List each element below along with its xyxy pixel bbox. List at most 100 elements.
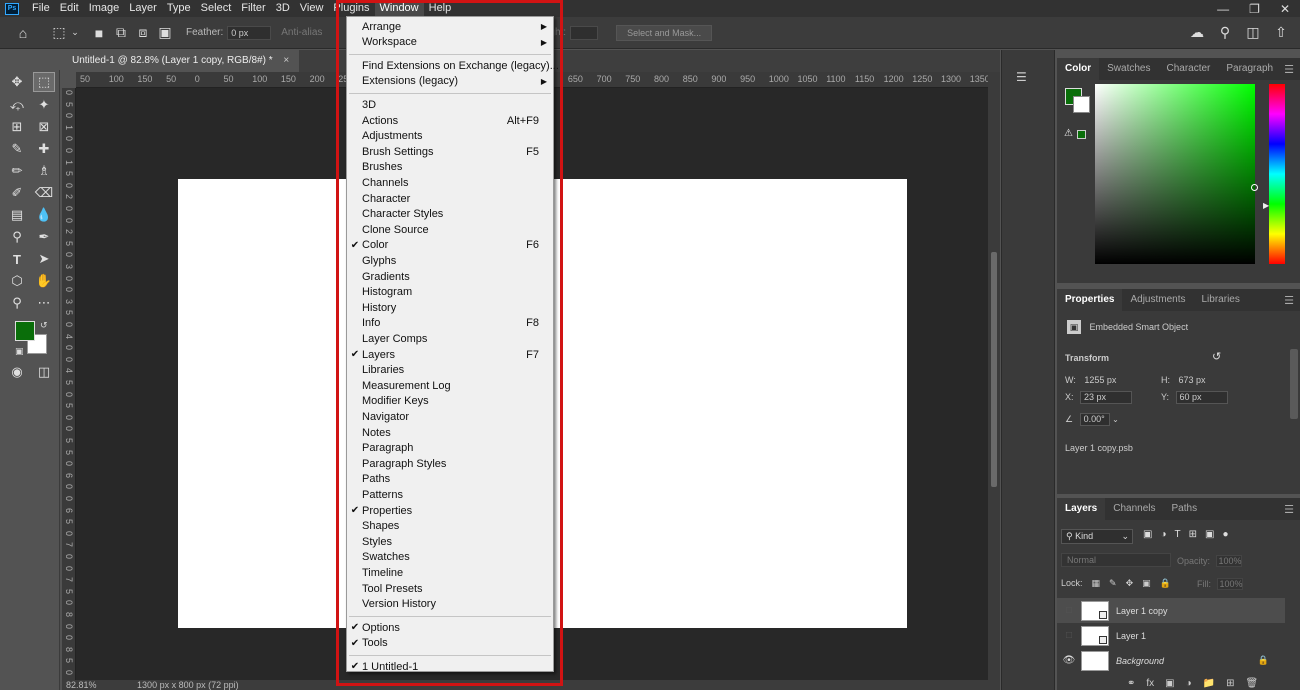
window-menu-item-options[interactable]: ✔ Options <box>347 620 553 635</box>
window-menu-item-find-extensions-on-exchange-legacy[interactable]: Find Extensions on Exchange (legacy)... <box>347 58 559 73</box>
tab-paragraph[interactable]: Paragraph <box>1218 58 1281 80</box>
pixel-filter-icon[interactable]: ▣ <box>1143 529 1152 540</box>
window-menu-item-color[interactable]: ✔ Color F6 <box>347 238 553 253</box>
marquee-preset-icon[interactable]: ⬚ <box>48 22 70 44</box>
more-tools-icon[interactable]: ⋯ <box>33 293 55 313</box>
document-tab[interactable]: Untitled-1 @ 82.8% (Layer 1 copy, RGB/8#… <box>62 50 300 72</box>
panel-menu-icon[interactable]: ☰ <box>1284 63 1294 76</box>
layer-row[interactable]: □ Layer 1 <box>1057 623 1285 648</box>
window-menu-item-tools[interactable]: ✔ Tools <box>347 636 553 651</box>
menu-edit[interactable]: Edit <box>55 0 84 17</box>
background-color-swatch[interactable] <box>1073 96 1090 113</box>
window-menu-item-clone-source[interactable]: Clone Source <box>347 222 553 237</box>
window-menu-item-workspace[interactable]: Workspace ▶ <box>347 35 553 50</box>
filter-toggle-icon[interactable]: ● <box>1222 529 1228 540</box>
height-input[interactable] <box>570 25 599 40</box>
restore-icon[interactable]: ❐ <box>1249 2 1260 16</box>
path-selection-tool-icon[interactable]: ➤ <box>33 249 55 269</box>
window-menu-item-arrange[interactable]: Arrange ▶ <box>347 19 553 34</box>
layer-row[interactable]: □ Layer 1 copy <box>1057 598 1285 623</box>
menu-window[interactable]: Window <box>374 0 424 17</box>
window-menu-item-1-untitled-1[interactable]: ✔ 1 Untitled-1 <box>347 659 553 674</box>
tab-layers[interactable]: Layers <box>1057 498 1106 520</box>
width-value[interactable]: 1255 px <box>1084 375 1116 385</box>
home-icon[interactable]: ⌂ <box>12 22 34 44</box>
visibility-toggle[interactable]: □ <box>1057 630 1081 641</box>
menu-layer[interactable]: Layer <box>124 0 162 17</box>
properties-scrollbar[interactable] <box>1290 349 1298 419</box>
eye-icon[interactable]: 👁 <box>1057 655 1081 666</box>
window-menu-item-gradients[interactable]: Gradients <box>347 269 553 284</box>
layer-style-icon[interactable]: fx <box>1146 678 1154 689</box>
close-icon[interactable]: ✕ <box>1280 2 1290 16</box>
type-filter-icon[interactable]: T <box>1175 529 1181 540</box>
link-layers-icon[interactable]: ⚭ <box>1127 678 1135 689</box>
window-menu-item-measurement-log[interactable]: Measurement Log <box>347 378 553 393</box>
menu-view[interactable]: View <box>295 0 329 17</box>
tab-adjustments[interactable]: Adjustments <box>1122 289 1193 311</box>
color-picker-marker[interactable] <box>1251 184 1258 191</box>
delete-layer-icon[interactable]: 🗑 <box>1246 678 1259 689</box>
fill-input[interactable]: 100% <box>1216 578 1243 590</box>
hand-tool-icon[interactable]: ✋ <box>33 271 55 291</box>
window-menu-item-tool-presets[interactable]: Tool Presets <box>347 581 553 596</box>
minimize-icon[interactable]: — <box>1217 2 1229 16</box>
move-tool-icon[interactable]: ✥ <box>6 72 28 92</box>
window-menu-item-glyphs[interactable]: Glyphs <box>347 253 553 268</box>
new-group-icon[interactable]: 📁 <box>1203 678 1215 689</box>
vertical-scrollbar[interactable] <box>988 72 1000 682</box>
window-menu-item-extensions-legacy[interactable]: Extensions (legacy) ▶ <box>347 74 553 89</box>
color-picker-field[interactable] <box>1095 84 1258 264</box>
lock-all-icon[interactable]: 🔒 <box>1160 578 1171 589</box>
lock-pixels-icon[interactable]: ✎ <box>1109 578 1117 589</box>
quick-mask-icon[interactable]: ◉ <box>6 362 28 382</box>
menu-file[interactable]: File <box>27 0 55 17</box>
window-menu-item-brush-settings[interactable]: Brush Settings F5 <box>347 144 553 159</box>
window-menu-item-info[interactable]: Info F8 <box>347 316 553 331</box>
blend-mode-select[interactable]: Normal <box>1061 553 1171 567</box>
healing-brush-tool-icon[interactable]: ✚ <box>33 139 55 159</box>
x-position-input[interactable]: 23 px <box>1080 391 1133 404</box>
layer-filter-select[interactable]: ⚲ Kind ⌄ <box>1061 529 1133 544</box>
gradient-tool-icon[interactable]: ▤ <box>6 205 28 225</box>
window-menu-item-history[interactable]: History <box>347 300 553 315</box>
new-selection-icon[interactable]: ■ <box>88 22 110 44</box>
height-value[interactable]: 673 px <box>1179 375 1206 385</box>
workspace-icon[interactable]: ◫ <box>1242 22 1264 44</box>
chevron-down-icon[interactable]: ⌄ <box>1112 415 1119 424</box>
scrollbar-thumb[interactable] <box>991 252 997 487</box>
window-menu-item-layer-comps[interactable]: Layer Comps <box>347 331 553 346</box>
window-menu-item-channels[interactable]: Channels <box>347 175 553 190</box>
dodge-tool-icon[interactable]: ⚲ <box>6 227 28 247</box>
window-menu-item-timeline[interactable]: Timeline <box>347 565 553 580</box>
menu-help[interactable]: Help <box>424 0 457 17</box>
window-menu-item-properties[interactable]: ✔ Properties <box>347 503 553 518</box>
zoom-level[interactable]: 82.81% <box>66 680 97 690</box>
window-menu-item-3d[interactable]: 3D <box>347 97 553 112</box>
window-menu-item-swatches[interactable]: Swatches <box>347 550 553 565</box>
window-menu-item-paragraph-styles[interactable]: Paragraph Styles <box>347 456 553 471</box>
window-menu-item-paths[interactable]: Paths <box>347 472 553 487</box>
adjustment-filter-icon[interactable]: ◑ <box>1160 529 1166 540</box>
history-panel-icon[interactable]: ☰ <box>1016 70 1027 84</box>
layer-row[interactable]: 👁 Background 🔒 <box>1057 648 1285 673</box>
tab-properties[interactable]: Properties <box>1057 289 1123 311</box>
default-colors-icon[interactable]: ▣ <box>15 346 24 357</box>
object-selection-tool-icon[interactable]: ✦ <box>33 95 55 115</box>
frame-tool-icon[interactable]: ⊠ <box>33 117 55 137</box>
antialias-checkbox[interactable]: Anti-alias <box>281 27 322 38</box>
window-menu-item-libraries[interactable]: Libraries <box>347 363 553 378</box>
y-position-input[interactable]: 60 px <box>1175 391 1228 404</box>
tab-character[interactable]: Character <box>1158 58 1218 80</box>
gamut-warning-icon[interactable]: ⚠ <box>1064 128 1073 139</box>
zoom-tool-icon[interactable]: ⚲ <box>6 293 28 313</box>
menu-filter[interactable]: Filter <box>236 0 270 17</box>
tab-channels[interactable]: Channels <box>1105 498 1163 520</box>
search-icon[interactable]: ⚲ <box>1214 22 1236 44</box>
window-menu-item-shapes[interactable]: Shapes <box>347 519 553 534</box>
window-menu-item-brushes[interactable]: Brushes <box>347 160 553 175</box>
menu-plugins[interactable]: Plugins <box>328 0 374 17</box>
window-menu-item-modifier-keys[interactable]: Modifier Keys <box>347 394 553 409</box>
window-menu-item-navigator[interactable]: Navigator <box>347 409 553 424</box>
feather-input[interactable]: 0 px <box>227 25 272 40</box>
